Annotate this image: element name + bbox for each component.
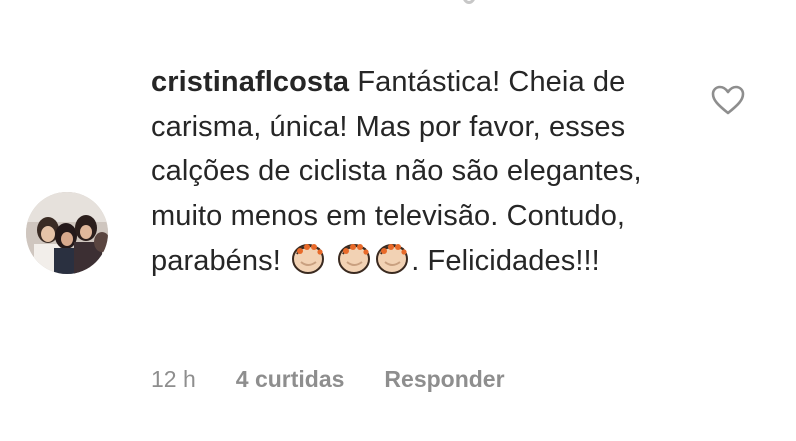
comment-text: cristinaflcosta Fantástica! Cheia de car… bbox=[151, 60, 671, 284]
comment-timestamp[interactable]: 12 h bbox=[151, 366, 196, 393]
clapping-hands-icon bbox=[289, 238, 327, 276]
heart-outline-icon[interactable] bbox=[710, 84, 746, 116]
reply-button[interactable]: Responder bbox=[384, 366, 504, 393]
clapping-hands-icon bbox=[373, 238, 411, 276]
avatar[interactable] bbox=[26, 192, 108, 274]
comment-text-part2: . Felicidades!!! bbox=[411, 245, 600, 277]
comment-item: cristinaflcosta Fantástica! Cheia de car… bbox=[0, 0, 796, 441]
clapping-hands-icon bbox=[335, 238, 373, 276]
comment-username[interactable]: cristinaflcosta bbox=[151, 66, 349, 98]
comment-likes-count[interactable]: 4 curtidas bbox=[236, 366, 345, 393]
comment-meta: 12 h 4 curtidas Responder bbox=[151, 366, 505, 393]
